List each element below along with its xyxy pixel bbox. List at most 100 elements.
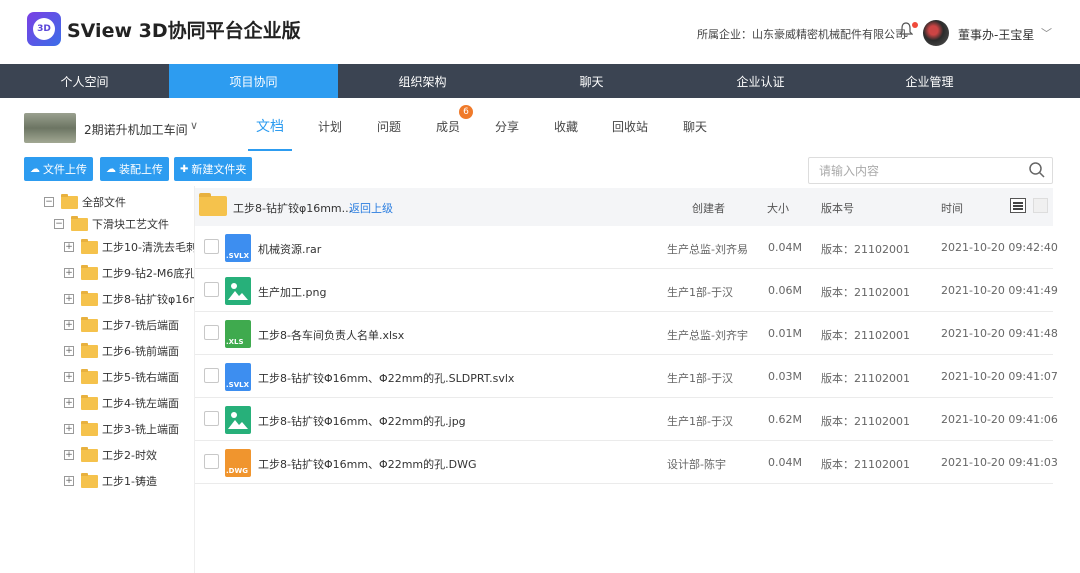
expand-icon[interactable]: + [64, 242, 74, 252]
tree-item[interactable]: + 工步2-时效 [64, 445, 157, 465]
tree-item[interactable]: + 工步4-铣左端面 [64, 393, 179, 413]
file-name[interactable]: 生产加工.png [258, 284, 326, 300]
nav-item-enterprise-mgmt[interactable]: 企业管理 [845, 64, 1014, 98]
column-time[interactable]: 时间 [941, 200, 963, 216]
tree-item[interactable]: + 工步7-铣后端面 [64, 315, 179, 335]
chevron-down-icon[interactable]: ﹀ [1041, 25, 1052, 41]
file-creator: 生产1部-于汉 [667, 415, 733, 428]
current-folder-path: 工步8-钻扩铰φ16mm... [233, 202, 353, 215]
app-title: SView 3D协同平台企业版 [67, 20, 301, 42]
search-icon[interactable] [1028, 161, 1046, 179]
file-size: 0.03M [768, 370, 802, 383]
tree-item-label: 工步6-铣前端面 [102, 345, 179, 358]
expand-icon[interactable]: + [64, 320, 74, 330]
file-name[interactable]: 工步8-钻扩铰Φ16mm、Φ22mm的孔.DWG [258, 456, 477, 472]
project-thumbnail[interactable] [24, 113, 76, 143]
back-link[interactable]: 返回上级 [349, 200, 393, 216]
expand-icon[interactable]: + [64, 424, 74, 434]
file-version: 版本：21102001 [821, 243, 910, 256]
folder-icon [81, 472, 98, 488]
row-checkbox[interactable] [204, 239, 219, 254]
folder-tree: − 全部文件 − 下滑块工艺文件 + 工步10-清洗去毛刺 + 工步9-钻2-M6底孔、… [0, 188, 194, 508]
tab-recycle-bin[interactable]: 回收站 [612, 118, 648, 135]
file-time: 2021-10-20 09:41:48 [941, 327, 1058, 340]
file-creator: 生产总监-刘齐易 [667, 243, 748, 256]
expand-icon[interactable]: + [64, 450, 74, 460]
project-name[interactable]: 2期诺升机加工车间 [84, 121, 188, 138]
logo-text: 3D [33, 18, 55, 40]
notification-dot [912, 22, 918, 28]
upload-assembly-button[interactable]: ☁ 装配上传 [100, 157, 169, 181]
grid-view-icon[interactable] [1033, 198, 1048, 213]
tree-item[interactable]: − 下滑块工艺文件 [54, 214, 169, 234]
tab-members[interactable]: 成员 [436, 118, 460, 135]
row-checkbox[interactable] [204, 325, 219, 340]
row-checkbox[interactable] [204, 411, 219, 426]
tree-item[interactable]: + 工步8-钻扩铰φ16mm [64, 289, 194, 309]
file-name[interactable]: 工步8-各车间负责人名单.xlsx [258, 327, 404, 343]
upload-assembly-label: 装配上传 [119, 163, 163, 176]
tab-share[interactable]: 分享 [495, 118, 519, 135]
collapse-icon[interactable]: − [44, 197, 54, 207]
tree-item[interactable]: + 工步10-清洗去毛刺 [64, 237, 194, 257]
tab-favorites[interactable]: 收藏 [554, 118, 578, 135]
tree-item-label: 工步7-铣后端面 [102, 319, 179, 332]
file-row[interactable]: .XLS 工步8-各车间负责人名单.xlsx 生产总监-刘齐宇 0.01M 版本… [195, 312, 1058, 355]
tab-chat[interactable]: 聊天 [683, 118, 707, 135]
dwg-file-icon: .DWG [225, 449, 251, 477]
file-name[interactable]: 工步8-钻扩铰Φ16mm、Φ22mm的孔.jpg [258, 413, 466, 429]
list-view-icon[interactable] [1010, 198, 1026, 213]
avatar[interactable] [923, 20, 949, 46]
file-name[interactable]: 机械资源.rar [258, 241, 321, 257]
column-size[interactable]: 大小 [767, 200, 789, 216]
new-folder-button[interactable]: ✚ 新建文件夹 [174, 157, 253, 181]
tab-active-underline [248, 149, 292, 151]
tree-item[interactable]: + 工步9-钻2-M6底孔、 [64, 263, 194, 283]
search-input[interactable] [819, 163, 1019, 179]
file-row[interactable]: .SVLX 机械资源.rar 生产总监-刘齐易 0.04M 版本：2110200… [195, 226, 1058, 269]
nav-item-personal-space[interactable]: 个人空间 [0, 64, 169, 98]
tree-item[interactable]: + 工步6-铣前端面 [64, 341, 179, 361]
user-name[interactable]: 董事办-王宝星 [958, 26, 1034, 43]
file-row[interactable]: .DWG 工步8-钻扩铰Φ16mm、Φ22mm的孔.DWG 设计部-陈宇 0.0… [195, 441, 1058, 484]
nav-item-enterprise-cert[interactable]: 企业认证 [676, 64, 845, 98]
expand-icon[interactable]: + [64, 476, 74, 486]
tab-plan[interactable]: 计划 [318, 118, 342, 135]
tree-item-label: 工步4-铣左端面 [102, 397, 179, 410]
file-time: 2021-10-20 09:42:40 [941, 241, 1058, 254]
tree-item-label: 工步1-铸造 [102, 475, 157, 488]
tree-item[interactable]: + 工步3-铣上端面 [64, 419, 179, 439]
file-version: 版本：21102001 [821, 286, 910, 299]
column-version[interactable]: 版本号 [821, 200, 854, 216]
expand-icon[interactable]: + [64, 268, 74, 278]
row-checkbox[interactable] [204, 454, 219, 469]
row-checkbox[interactable] [204, 368, 219, 383]
column-creator[interactable]: 创建者 [692, 200, 725, 216]
tree-item[interactable]: − 全部文件 [44, 192, 126, 212]
row-checkbox[interactable] [204, 282, 219, 297]
file-time: 2021-10-20 09:41:03 [941, 456, 1058, 469]
file-size: 0.06M [768, 284, 802, 297]
collapse-icon[interactable]: − [54, 219, 64, 229]
upload-file-button[interactable]: ☁ 文件上传 [24, 157, 93, 181]
file-creator: 设计部-陈宇 [667, 458, 726, 471]
file-row[interactable]: .SVLX 工步8-钻扩铰Φ16mm、Φ22mm的孔.SLDPRT.svlx 生… [195, 355, 1058, 398]
expand-icon[interactable]: + [64, 398, 74, 408]
tab-documents[interactable]: 文档 [256, 116, 284, 136]
app-logo-icon[interactable]: 3D [27, 12, 61, 46]
file-row[interactable]: 生产加工.png 生产1部-于汉 0.06M 版本：21102001 2021-… [195, 269, 1058, 312]
tab-issues[interactable]: 问题 [377, 118, 401, 135]
expand-icon[interactable]: + [64, 346, 74, 356]
expand-icon[interactable]: + [64, 294, 74, 304]
tree-item[interactable]: + 工步5-铣右端面 [64, 367, 179, 387]
tree-item[interactable]: + 工步1-铸造 [64, 471, 157, 491]
nav-item-chat[interactable]: 聊天 [507, 64, 676, 98]
file-name[interactable]: 工步8-钻扩铰Φ16mm、Φ22mm的孔.SLDPRT.svlx [258, 370, 514, 386]
tree-item-label: 工步5-铣右端面 [102, 371, 179, 384]
file-row[interactable]: 工步8-钻扩铰Φ16mm、Φ22mm的孔.jpg 生产1部-于汉 0.62M 版… [195, 398, 1058, 441]
nav-item-org-structure[interactable]: 组织架构 [338, 64, 507, 98]
svlx-file-icon: .SVLX [225, 363, 251, 391]
nav-item-project-collab[interactable]: 项目协同 [169, 64, 338, 98]
chevron-down-icon[interactable]: ∨ [190, 119, 198, 132]
expand-icon[interactable]: + [64, 372, 74, 382]
